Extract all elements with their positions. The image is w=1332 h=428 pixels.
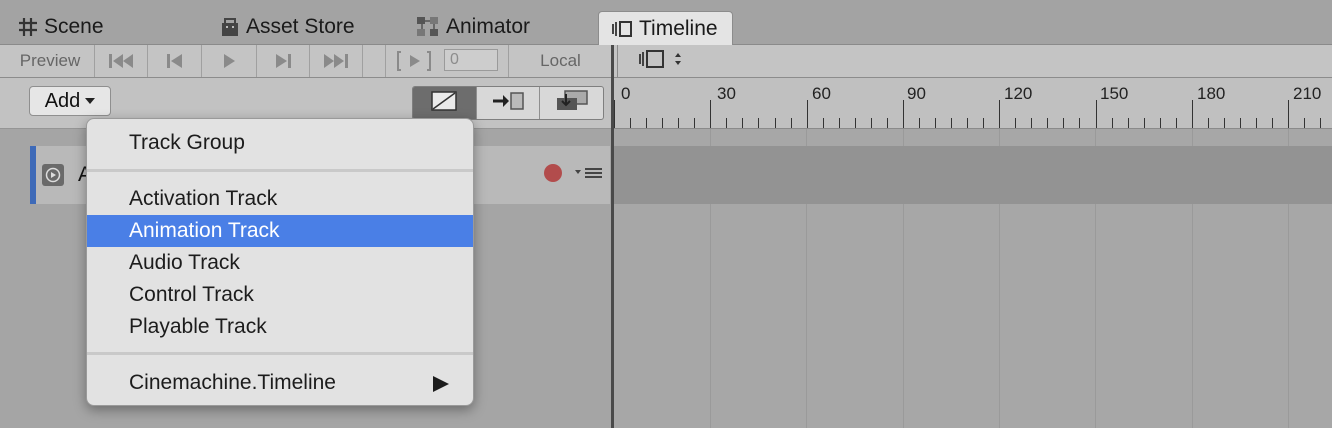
tab-label: Timeline (639, 16, 718, 40)
preview-button[interactable]: Preview (6, 45, 95, 77)
timeline-zoom-control[interactable] (638, 48, 694, 74)
submenu-arrow-icon (433, 376, 449, 392)
add-button[interactable]: Add (29, 86, 111, 116)
space-label: Local (540, 51, 581, 70)
frame-input[interactable]: 0 (444, 49, 498, 71)
replace-mode-button[interactable] (540, 87, 603, 119)
mix-mode-button[interactable] (413, 87, 477, 119)
replace-mode-icon (555, 89, 589, 117)
options-menu-icon (574, 167, 604, 184)
go-to-end-button[interactable] (310, 45, 363, 77)
window-tab-bar: Scene Asset Store Animator Timeline (0, 0, 1332, 45)
menu-item-playable-track[interactable]: Playable Track (87, 311, 473, 343)
time-ruler[interactable]: 0 30 60 90 120 150 180 210 (614, 78, 1332, 129)
menu-item-cinemachine-timeline[interactable]: Cinemachine.Timeline (87, 367, 473, 399)
play-icon (221, 53, 237, 69)
animation-track-icon (42, 164, 64, 186)
toolbar-divider (617, 45, 618, 77)
track-timeline-lane[interactable] (614, 146, 1332, 204)
tab-asset-store[interactable]: Asset Store (220, 10, 355, 44)
menu-item-track-group[interactable]: Track Group (87, 127, 473, 159)
previous-frame-button[interactable] (148, 45, 202, 77)
next-frame-button[interactable] (257, 45, 310, 77)
edit-mode-group (412, 86, 604, 120)
tab-scene[interactable]: Scene (18, 10, 104, 44)
play-range-icon (397, 50, 431, 72)
ruler-ticks (614, 100, 1321, 128)
tab-label: Asset Store (246, 15, 355, 38)
go-to-start-icon (107, 53, 135, 69)
play-button[interactable] (202, 45, 257, 77)
menu-separator (87, 169, 473, 172)
preview-label: Preview (19, 51, 81, 70)
go-to-start-button[interactable] (95, 45, 148, 77)
menu-item-control-track[interactable]: Control Track (87, 279, 473, 311)
add-track-menu: Track Group Activation Track Animation T… (86, 118, 474, 406)
ripple-mode-icon (491, 91, 525, 116)
tab-label: Scene (44, 15, 104, 38)
tab-animator[interactable]: Animator (416, 10, 530, 44)
tab-label: Animator (446, 15, 531, 38)
next-frame-icon (273, 53, 293, 69)
menu-separator (87, 352, 473, 355)
grid-icon (18, 17, 38, 37)
menu-item-audio-track[interactable]: Audio Track (87, 247, 473, 279)
add-label: Add (44, 89, 81, 112)
ripple-mode-button[interactable] (477, 87, 541, 119)
track-options-button[interactable] (574, 166, 604, 185)
toolbar-spacer (363, 45, 386, 77)
timeline-view-icon (638, 49, 668, 74)
go-to-end-icon (322, 53, 350, 69)
menu-item-activation-track[interactable]: Activation Track (87, 183, 473, 215)
tab-timeline[interactable]: Timeline (598, 11, 733, 45)
track-color-stripe (30, 146, 36, 204)
store-bag-icon (220, 17, 240, 37)
animator-nodes-icon (416, 16, 440, 38)
panel-splitter[interactable] (611, 45, 614, 428)
previous-frame-icon (165, 53, 185, 69)
menu-item-label: Cinemachine.Timeline (129, 371, 336, 394)
mix-mode-icon (431, 90, 458, 116)
play-range-button[interactable] (392, 45, 436, 77)
record-button[interactable] (544, 164, 562, 182)
space-toggle[interactable]: Local (508, 45, 612, 77)
menu-item-animation-track[interactable]: Animation Track (87, 215, 473, 247)
up-down-arrows-icon (674, 52, 682, 71)
timeline-icon (611, 19, 633, 39)
caret-down-icon (85, 98, 96, 104)
